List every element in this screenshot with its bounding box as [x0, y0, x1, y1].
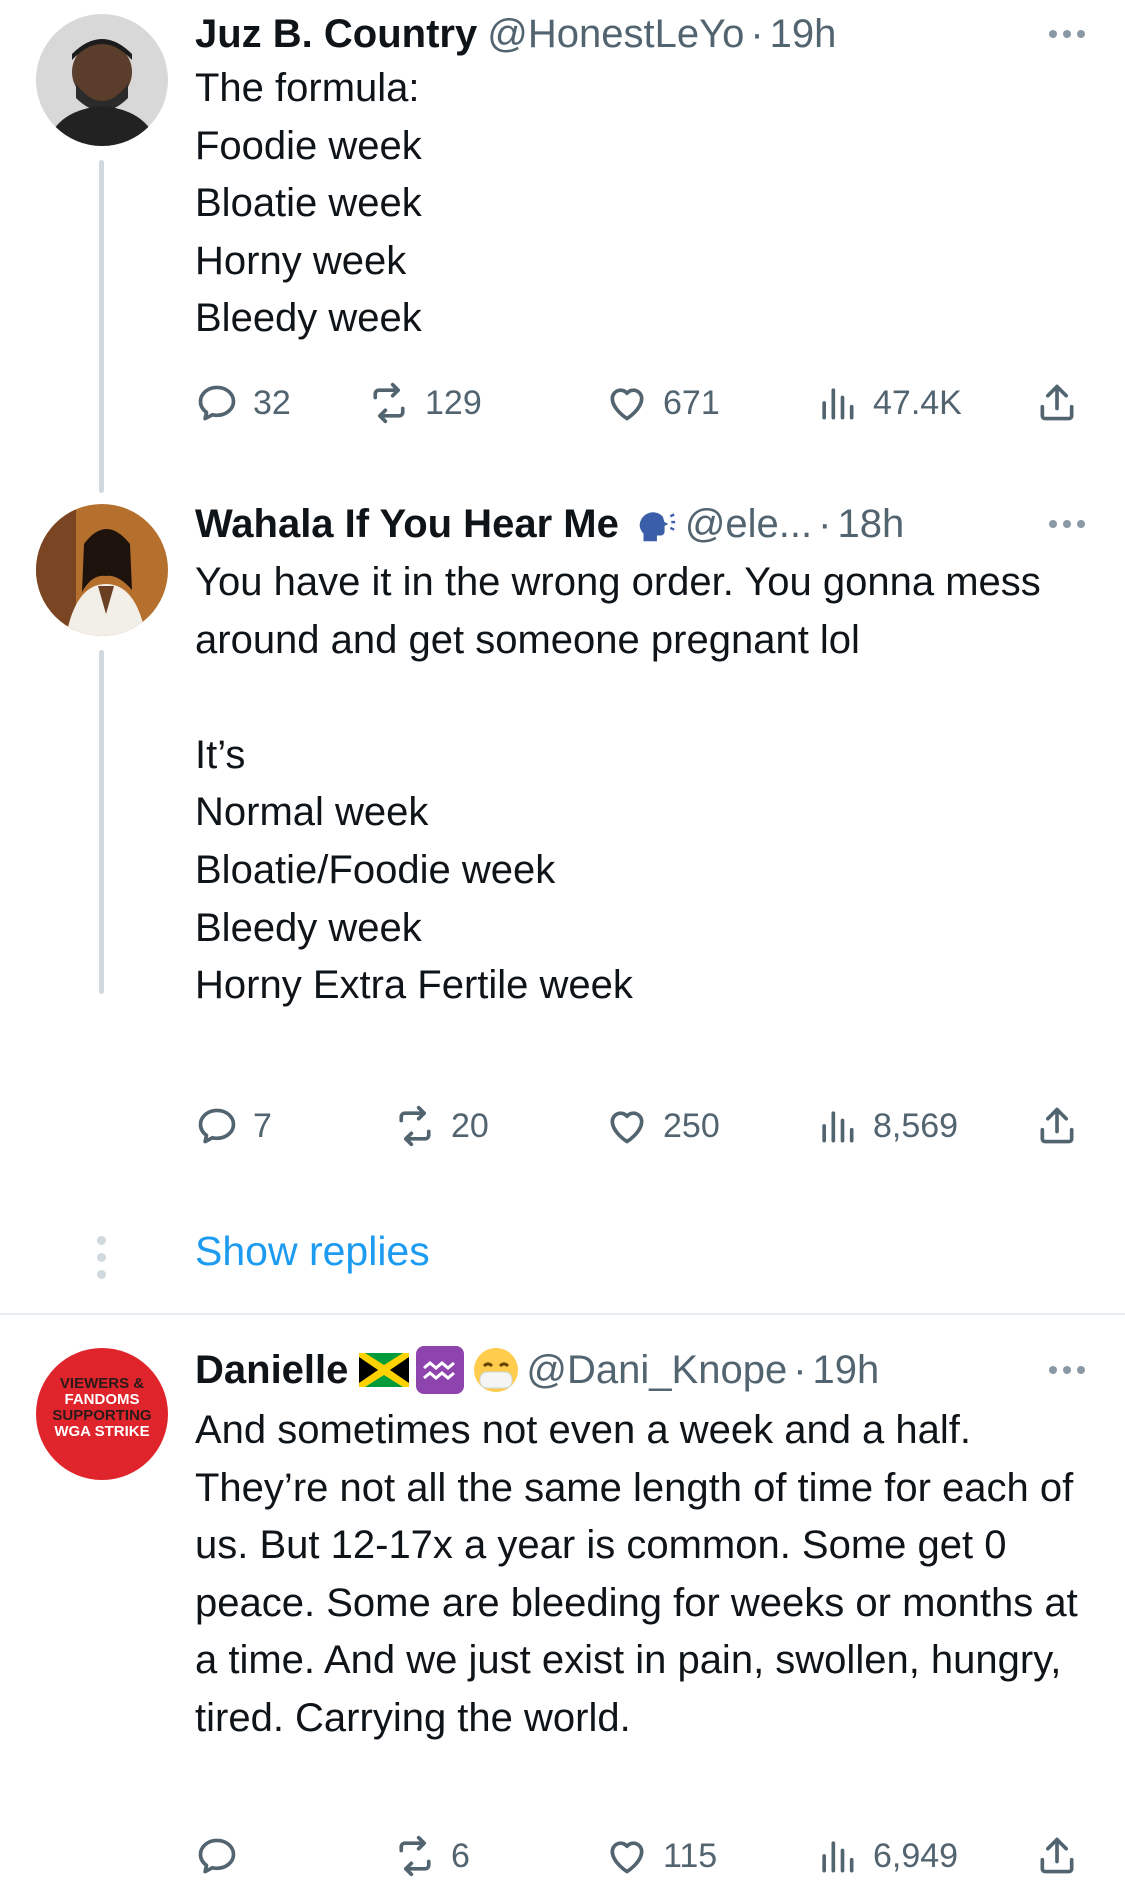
reply-icon [198, 1838, 236, 1874]
thread-line [99, 160, 104, 493]
display-name[interactable]: Danielle [195, 1348, 348, 1393]
share-button[interactable] [1035, 375, 1093, 431]
more-options-icon[interactable] [1049, 4, 1085, 64]
heart-icon [610, 388, 644, 421]
avatar-strike-text: VIEWERS & FANDOMS SUPPORTING WGA STRIKE [36, 1376, 168, 1440]
reply-count: 32 [253, 383, 291, 422]
timestamp[interactable]: 18h [837, 502, 904, 547]
timestamp[interactable]: 19h [813, 1348, 880, 1393]
avatar-text-line: VIEWERS & [59, 1375, 145, 1392]
tweet-header: Danielle @Dani_Knope · 19h [195, 1340, 1085, 1400]
avatar-text-line: SUPPORTING [52, 1407, 152, 1424]
retweet-icon [399, 1105, 431, 1147]
like-count: 115 [663, 1836, 718, 1875]
retweet-icon [399, 1835, 431, 1877]
view-count: 8,569 [873, 1106, 959, 1145]
like-button[interactable]: 250 [605, 1098, 720, 1154]
reply-icon [198, 1108, 236, 1144]
divider [0, 1313, 1125, 1315]
retweet-icon [373, 382, 405, 424]
retweet-button[interactable]: 20 [393, 1098, 489, 1154]
avatar[interactable] [36, 504, 168, 636]
username[interactable]: @Dani_Knope [526, 1348, 787, 1393]
like-count: 671 [663, 383, 720, 422]
share-button[interactable] [1035, 1828, 1093, 1884]
views-button[interactable]: 8,569 [815, 1098, 958, 1154]
avatar[interactable] [36, 14, 168, 146]
views-icon [822, 1111, 854, 1143]
tweet-text: The formula: Foodie week Bloatie week Ho… [195, 66, 422, 341]
retweet-button[interactable]: 129 [367, 375, 482, 431]
display-name[interactable]: Wahala If You Hear Me [195, 502, 619, 547]
heart-icon [610, 1841, 644, 1874]
share-icon [1040, 1107, 1074, 1144]
share-icon [1040, 1837, 1074, 1874]
more-options-icon[interactable] [1049, 1340, 1085, 1400]
more-options-icon[interactable] [1049, 494, 1085, 554]
display-name[interactable]: Juz B. Country [195, 12, 477, 57]
avatar-text-line: WGA STRIKE [54, 1423, 150, 1440]
share-button[interactable] [1035, 1098, 1093, 1154]
views-icon [822, 1841, 854, 1873]
view-count: 47.4K [873, 383, 962, 422]
aquarius-icon [414, 1344, 466, 1396]
tweet-header: Juz B. Country @HonestLeYo · 19h [195, 4, 1085, 64]
retweet-count: 20 [451, 1106, 489, 1145]
reply-count: 7 [253, 1106, 272, 1145]
like-count: 250 [663, 1106, 720, 1145]
tweet-text: And sometimes not even a week and a half… [195, 1408, 1089, 1740]
separator-dot: · [818, 501, 832, 546]
separator-dot: · [793, 1347, 807, 1392]
views-icon [822, 388, 854, 420]
heart-icon [610, 1111, 644, 1144]
speaking-head-icon [629, 498, 681, 550]
tweet-actions: 32 129 671 47.4K [195, 375, 1085, 431]
retweet-button[interactable]: 6 [393, 1828, 470, 1884]
username[interactable]: @HonestLeYo [487, 12, 744, 57]
tweet-header: Wahala If You Hear Me @ele... · 18h [195, 494, 1085, 554]
tweet-actions: 7 20 250 8,569 [195, 1098, 1085, 1154]
tweet-juz-b-country[interactable]: Juz B. Country @HonestLeYo · 19h The for… [0, 0, 1125, 500]
separator-dot: · [750, 11, 764, 56]
jamaica-flag-icon [358, 1344, 410, 1396]
retweet-count: 129 [425, 383, 482, 422]
username[interactable]: @ele... [685, 502, 812, 547]
views-button[interactable]: 47.4K [815, 375, 962, 431]
retweet-count: 6 [451, 1836, 470, 1875]
tweet-text: You have it in the wrong order. You gonn… [195, 560, 1041, 1008]
views-button[interactable]: 6,949 [815, 1828, 958, 1884]
face-with-mask-icon [470, 1344, 522, 1396]
reply-button[interactable]: 7 [195, 1098, 272, 1154]
reply-button[interactable]: 32 [195, 375, 291, 431]
like-button[interactable]: 115 [605, 1828, 717, 1884]
thread-dots-icon [97, 1236, 106, 1279]
reply-button[interactable] [195, 1828, 253, 1884]
reply-icon [198, 385, 236, 421]
show-replies-link[interactable]: Show replies [195, 1228, 430, 1275]
tweet-danielle[interactable]: VIEWERS & FANDOMS SUPPORTING WGA STRIKE … [0, 1340, 1125, 1887]
tweet-actions: 6 115 6,949 [195, 1828, 1085, 1884]
like-button[interactable]: 671 [605, 375, 720, 431]
avatar[interactable]: VIEWERS & FANDOMS SUPPORTING WGA STRIKE [36, 1348, 168, 1480]
share-icon [1040, 384, 1074, 421]
tweet-wahala[interactable]: Wahala If You Hear Me @ele... · 18h You … [0, 500, 1125, 1200]
avatar-photo [36, 14, 168, 146]
timestamp[interactable]: 19h [770, 12, 837, 57]
avatar-text-line: FANDOMS [64, 1391, 140, 1408]
thread-line [99, 650, 104, 994]
view-count: 6,949 [873, 1836, 959, 1875]
avatar-photo [36, 504, 168, 636]
